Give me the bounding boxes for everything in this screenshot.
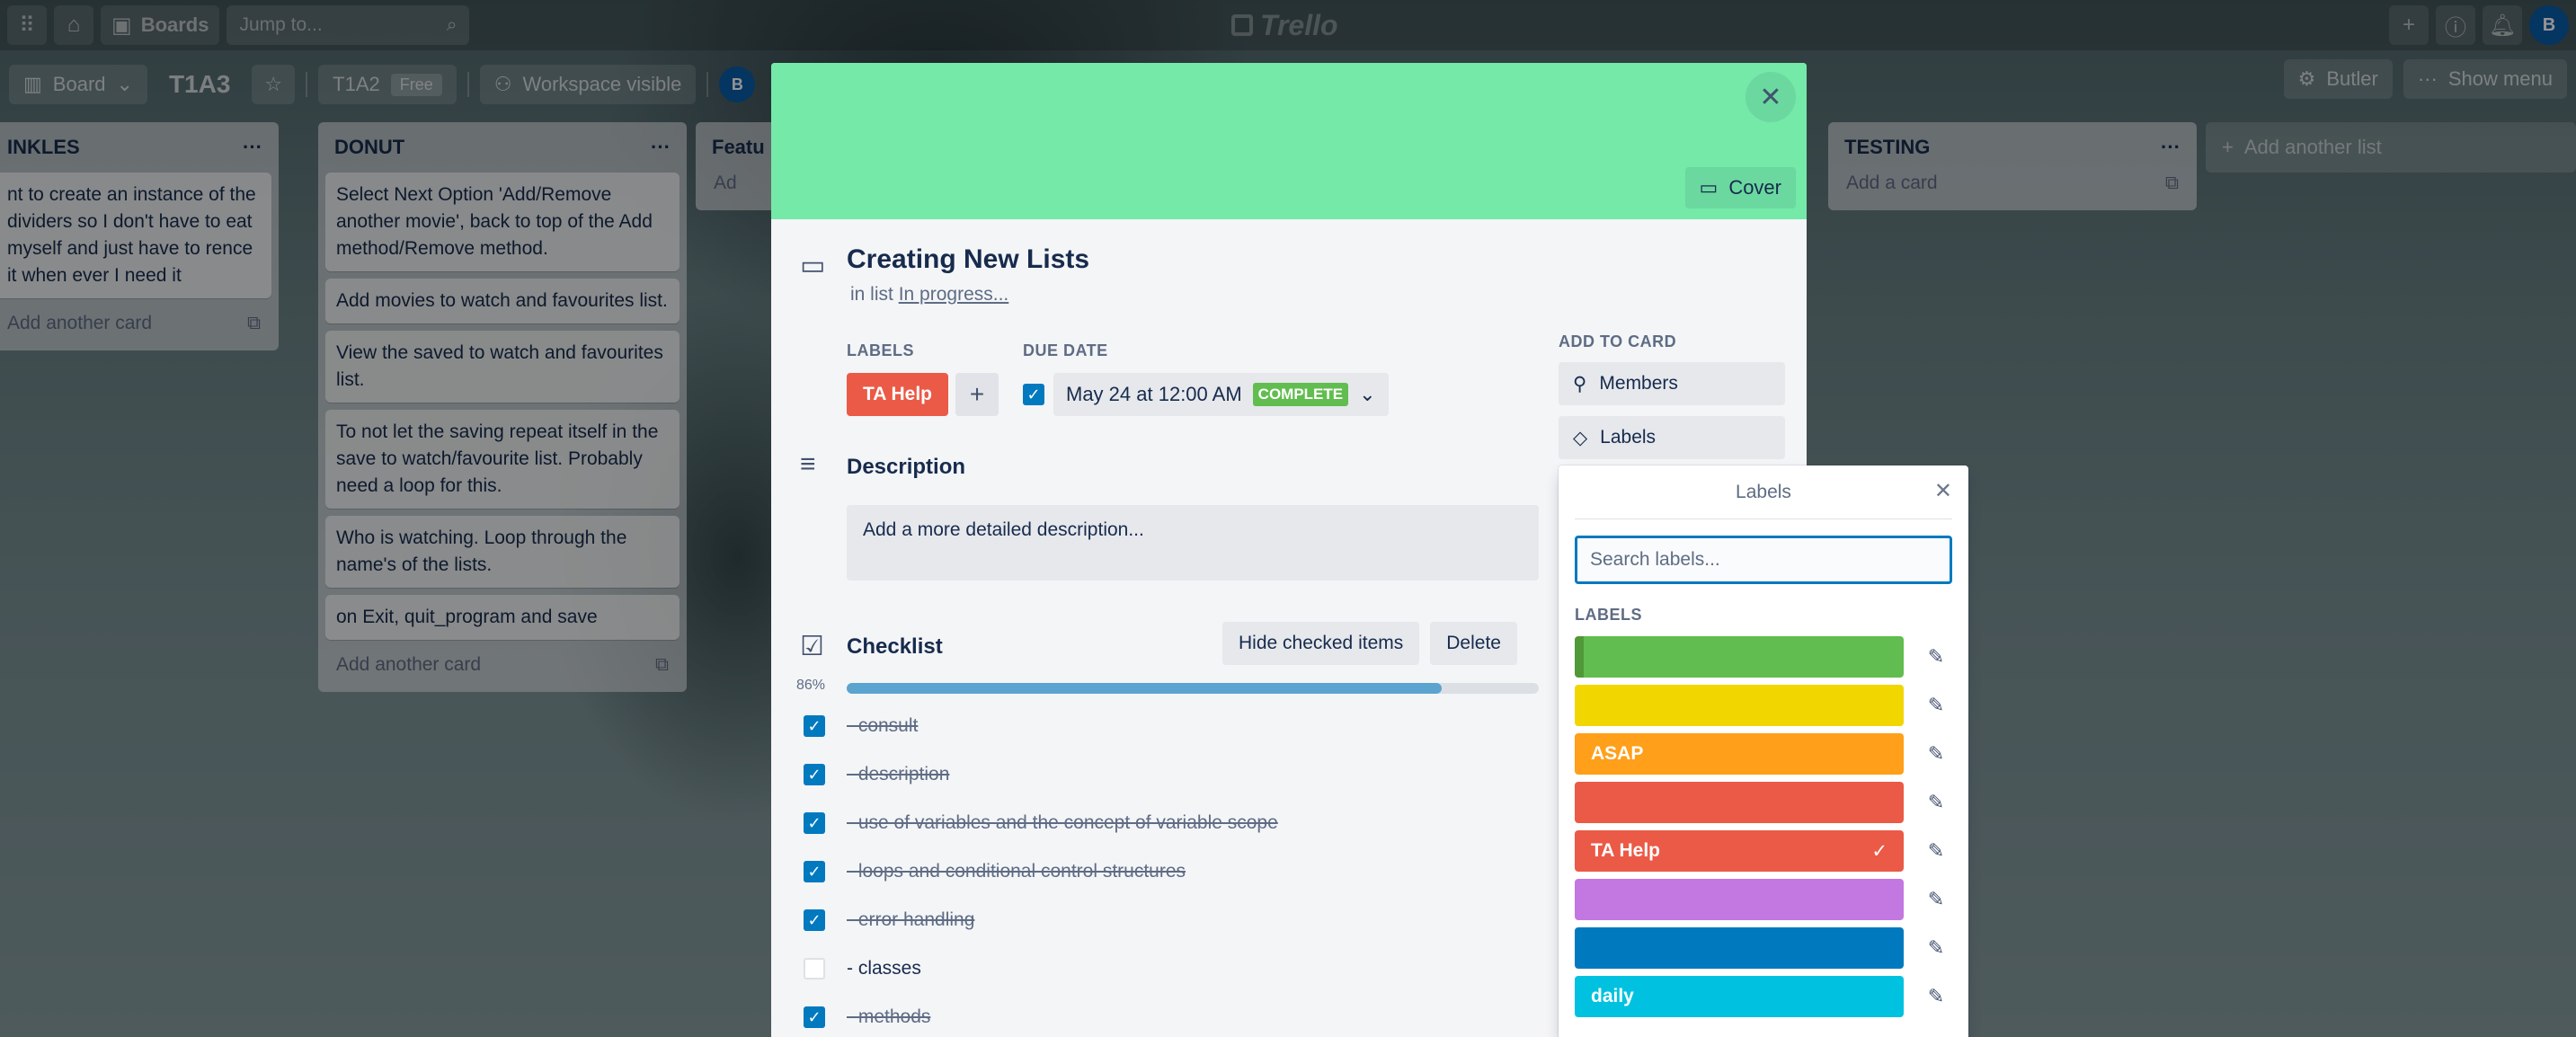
- checklist-progress: [847, 683, 1539, 694]
- label-option-name: TA Help: [1591, 840, 1660, 861]
- chevron-down-icon: ⌄: [1359, 383, 1376, 405]
- checklist-item: - classes: [804, 958, 921, 979]
- checklist-item-text[interactable]: - loops and conditional control structur…: [847, 861, 1186, 882]
- checklist-icon: ☑: [800, 632, 824, 661]
- due-date-section: DUE DATE ✓ May 24 at 12:00 AM COMPLETE ⌄: [1023, 341, 1389, 416]
- checklist-item-text[interactable]: - classes: [847, 958, 921, 979]
- cover-icon: ▭: [1699, 176, 1719, 199]
- close-icon: ✕: [1759, 82, 1782, 112]
- card-cover: ✕ ▭ Cover: [771, 63, 1807, 219]
- edit-label-icon[interactable]: ✎: [1920, 839, 1952, 863]
- label-option: ✎: [1575, 927, 1952, 969]
- checklist-item: ✓ - error handling: [804, 909, 974, 931]
- checklist-actions: Hide checked items Delete: [1222, 622, 1517, 665]
- label-option-bar[interactable]: [1575, 636, 1904, 678]
- members-label: Members: [1599, 373, 1678, 394]
- label-option: ✎: [1575, 685, 1952, 726]
- checklist-checkbox[interactable]: ✓: [804, 812, 825, 834]
- edit-label-icon[interactable]: ✎: [1920, 985, 1952, 1008]
- checkmark-icon: ✓: [1871, 840, 1888, 862]
- progress-percent: 86%: [796, 678, 826, 693]
- checklist-item: ✓ - loops and conditional control struct…: [804, 861, 1186, 882]
- popover-header: Labels ✕: [1575, 465, 1952, 519]
- close-icon[interactable]: ✕: [1934, 478, 1952, 504]
- checklist-item: ✓ - description: [804, 764, 949, 785]
- labels-heading: LABELS: [847, 341, 914, 359]
- labels-button[interactable]: ◇ Labels: [1559, 416, 1785, 459]
- description-input[interactable]: Add a more detailed description...: [847, 505, 1539, 581]
- delete-checklist-button[interactable]: Delete: [1430, 622, 1517, 665]
- label-option: ✎: [1575, 879, 1952, 920]
- add-to-card-section: ADD TO CARD ⚲ Members ◇ Labels: [1559, 332, 1785, 459]
- checklist-checkbox[interactable]: ✓: [804, 861, 825, 882]
- checklist-item: ✓ - use of variables and the concept of …: [804, 812, 1278, 834]
- checklist-checkbox[interactable]: ✓: [804, 1006, 825, 1028]
- cover-button[interactable]: ▭ Cover: [1684, 167, 1796, 208]
- checklist-item: ✓ - methods: [804, 1006, 930, 1028]
- tag-icon: ◇: [1573, 427, 1588, 448]
- label-option: ✎: [1575, 782, 1952, 823]
- search-labels-input[interactable]: [1575, 536, 1952, 584]
- members-button[interactable]: ⚲ Members: [1559, 362, 1785, 405]
- due-date-heading: DUE DATE: [1023, 341, 1108, 359]
- edit-label-icon[interactable]: ✎: [1920, 742, 1952, 766]
- hide-checked-button[interactable]: Hide checked items: [1222, 622, 1420, 665]
- edit-label-icon[interactable]: ✎: [1920, 645, 1952, 669]
- labels-section-heading: LABELS: [1575, 606, 1642, 624]
- edit-label-icon[interactable]: ✎: [1920, 888, 1952, 911]
- add-to-card-heading: ADD TO CARD: [1559, 332, 1677, 350]
- labels-button-label: Labels: [1600, 427, 1657, 448]
- label-option-bar[interactable]: TA Help ✓: [1575, 830, 1904, 872]
- checklist-item: ✓ - consult: [804, 715, 918, 737]
- edit-label-icon[interactable]: ✎: [1920, 936, 1952, 960]
- edit-label-icon[interactable]: ✎: [1920, 791, 1952, 814]
- labels-popover: Labels ✕ LABELS ✎ ✎ ASAP ✎ ✎ TA Help ✓ ✎…: [1559, 465, 1968, 1037]
- checklist-heading: Checklist: [847, 634, 943, 659]
- checklist-item-text[interactable]: - consult: [847, 715, 918, 737]
- card-title[interactable]: Creating New Lists: [847, 244, 1089, 275]
- checklist-checkbox[interactable]: ✓: [804, 764, 825, 785]
- label-option-name: ASAP: [1591, 743, 1644, 764]
- in-list-prefix: in list: [850, 284, 893, 305]
- label-option-bar[interactable]: ASAP: [1575, 733, 1904, 775]
- card-label-chip[interactable]: TA Help: [847, 373, 948, 416]
- in-list-link[interactable]: In progress...: [899, 284, 1009, 305]
- description-heading: Description: [847, 455, 966, 479]
- card-icon: ▭: [800, 251, 826, 280]
- card-labels-section: LABELS TA Help +: [847, 341, 999, 416]
- checklist-item-text[interactable]: - use of variables and the concept of va…: [847, 812, 1278, 834]
- label-option-bar[interactable]: [1575, 685, 1904, 726]
- label-option: daily ✎: [1575, 976, 1952, 1017]
- checklist-checkbox[interactable]: [804, 958, 825, 979]
- checklist-item-text[interactable]: - error handling: [847, 909, 974, 931]
- label-option: TA Help ✓ ✎: [1575, 830, 1952, 872]
- checklist-item-text[interactable]: - description: [847, 764, 949, 785]
- close-modal-button[interactable]: ✕: [1745, 72, 1796, 122]
- progress-fill: [847, 683, 1443, 694]
- label-option-name: daily: [1591, 986, 1634, 1006]
- label-option: ✎: [1575, 636, 1952, 678]
- due-date-value: May 24 at 12:00 AM: [1066, 383, 1242, 405]
- add-label-button[interactable]: +: [955, 373, 999, 416]
- label-option-bar[interactable]: [1575, 782, 1904, 823]
- due-date-button[interactable]: May 24 at 12:00 AM COMPLETE ⌄: [1053, 373, 1389, 416]
- label-option-bar[interactable]: [1575, 879, 1904, 920]
- checklist-item-text[interactable]: - methods: [847, 1006, 930, 1028]
- person-icon: ⚲: [1573, 373, 1587, 394]
- checklist-checkbox[interactable]: ✓: [804, 715, 825, 737]
- due-complete-checkbox[interactable]: ✓: [1023, 384, 1044, 405]
- complete-badge: COMPLETE: [1252, 383, 1349, 406]
- description-icon: ≡: [800, 449, 816, 479]
- label-option-bar[interactable]: daily: [1575, 976, 1904, 1017]
- popover-title: Labels: [1736, 481, 1791, 502]
- label-option-bar[interactable]: [1575, 927, 1904, 969]
- checklist-checkbox[interactable]: ✓: [804, 909, 825, 931]
- cover-label: Cover: [1728, 176, 1781, 199]
- in-list-text: in list In progress...: [850, 284, 1008, 306]
- label-option: ASAP ✎: [1575, 733, 1952, 775]
- edit-label-icon[interactable]: ✎: [1920, 694, 1952, 717]
